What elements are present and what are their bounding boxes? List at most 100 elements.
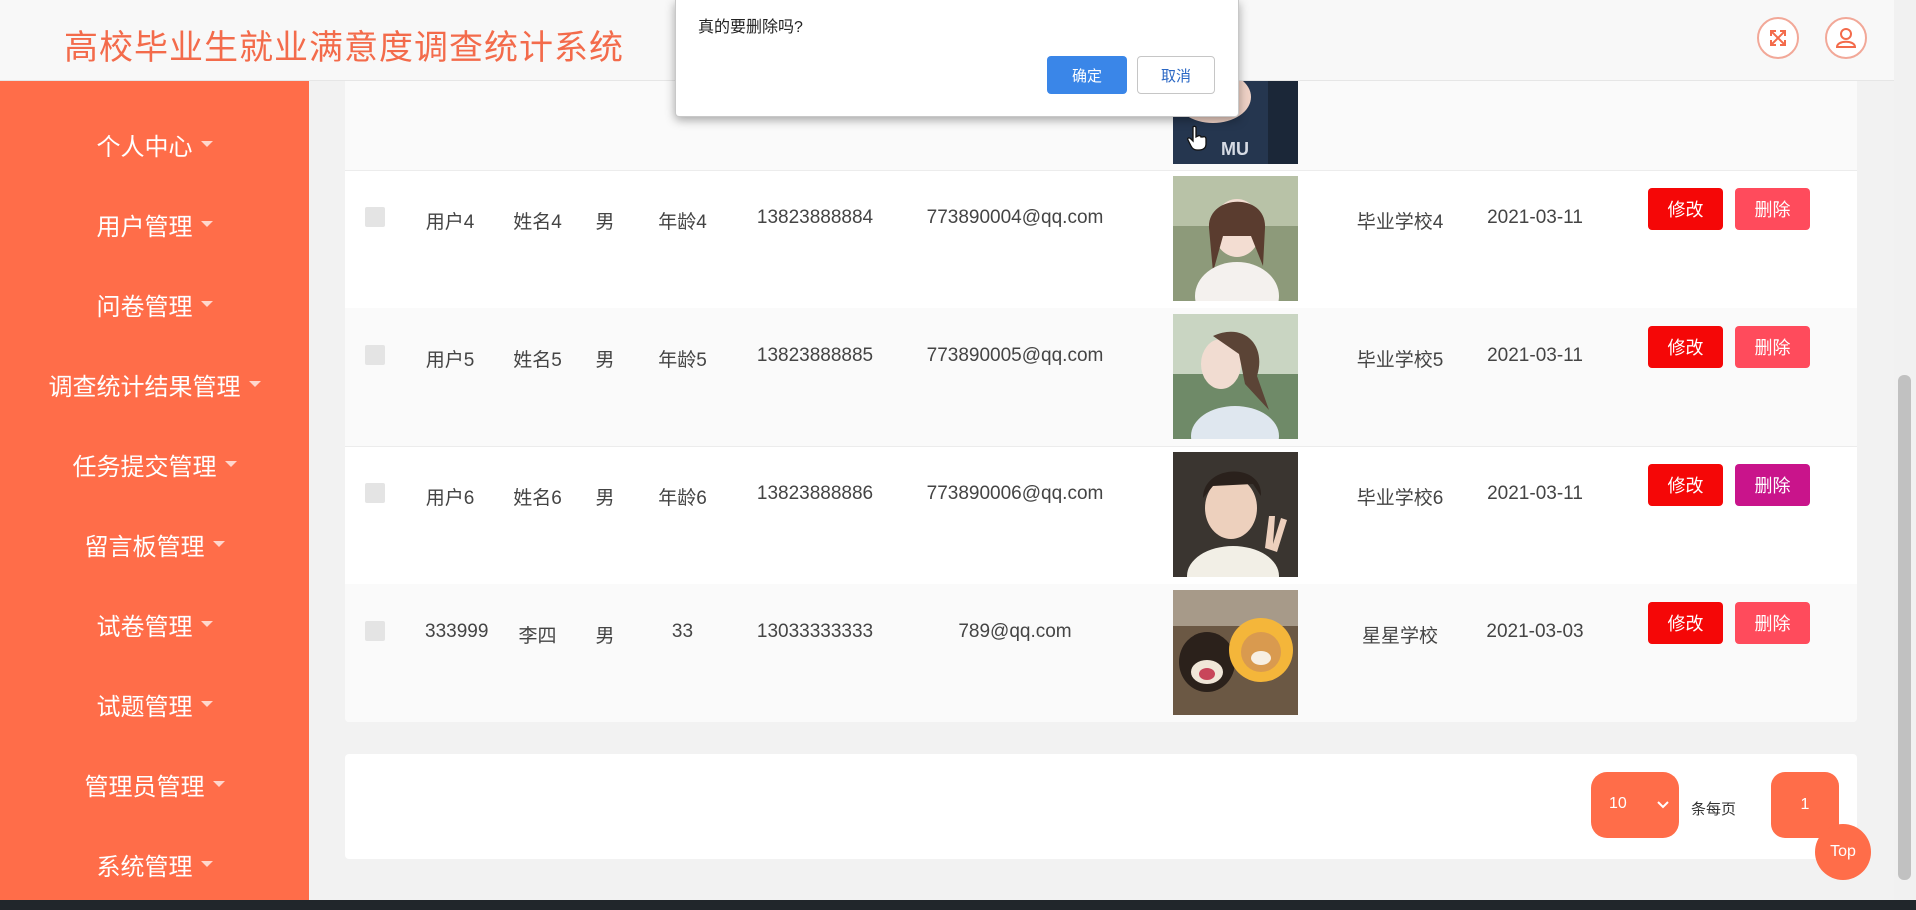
hand-cursor-icon [1187, 125, 1207, 151]
row-checkbox[interactable] [365, 345, 385, 365]
caret-down-icon [200, 141, 213, 147]
cell-phone: 13823888885 [756, 345, 874, 366]
cell-age: 年龄5 [658, 350, 707, 371]
cell-account: 用户6 [425, 488, 475, 509]
cell-school: 毕业学校4 [1356, 212, 1444, 233]
table-row: 333999 李四 男 33 13033333333 789@qq.com 星星… [345, 584, 1857, 722]
caret-down-icon [212, 541, 225, 547]
delete-button[interactable]: 删除 [1735, 326, 1810, 368]
delete-button[interactable]: 删除 [1735, 188, 1810, 230]
caret-down-icon [212, 781, 225, 787]
sidebar-item-exam-paper[interactable]: 试卷管理 [0, 584, 309, 664]
fullscreen-button[interactable] [1757, 17, 1799, 59]
sidebar-menu: 个人中心 用户管理 问卷管理 调查统计结果管理 任务提交管理 留言板管理 试卷管… [0, 80, 309, 900]
user-avatar-button[interactable] [1825, 17, 1867, 59]
row-photo [1173, 590, 1298, 715]
cell-school: 毕业学校6 [1356, 488, 1444, 509]
table-row: 用户6 姓名6 男 年龄6 13823888886 773890006@qq.c… [345, 446, 1857, 585]
app-title: 高校毕业生就业满意度调查统计系统 [64, 29, 624, 67]
user-table: MU 用户4 姓名4 男 年龄4 13823888884 773890004@q… [345, 50, 1857, 722]
row-checkbox[interactable] [365, 621, 385, 641]
delete-button[interactable]: 删除 [1735, 464, 1810, 506]
cell-age: 年龄4 [658, 212, 707, 233]
cell-gender: 男 [595, 626, 615, 647]
back-to-top-button[interactable]: Top [1815, 824, 1871, 880]
sidebar-item-questionnaire-management[interactable]: 问卷管理 [0, 264, 309, 344]
cell-school: 毕业学校5 [1356, 350, 1444, 371]
cell-date: 2021-03-03 [1486, 621, 1584, 642]
cell-age: 33 [671, 621, 694, 642]
edit-button[interactable]: 修改 [1648, 464, 1723, 506]
cell-name: 姓名6 [513, 488, 562, 509]
cell-name: 李四 [518, 626, 557, 647]
cell-account: 用户5 [425, 350, 475, 371]
cell-phone: 13033333333 [756, 621, 874, 642]
scrollbar-thumb[interactable] [1898, 375, 1911, 880]
cell-email: 773890006@qq.com [926, 483, 1104, 504]
sidebar-item-task-submission[interactable]: 任务提交管理 [0, 424, 309, 504]
sidebar-item-question-management[interactable]: 试题管理 [0, 664, 309, 744]
os-taskbar [0, 900, 1916, 910]
sidebar-item-label: 问卷管理 [96, 293, 193, 321]
cell-email: 773890005@qq.com [926, 345, 1104, 366]
caret-down-icon [200, 701, 213, 707]
cell-school: 星星学校 [1361, 626, 1438, 647]
edit-button[interactable]: 修改 [1648, 326, 1723, 368]
edit-button[interactable]: 修改 [1648, 602, 1723, 644]
table-row: 用户4 姓名4 男 年龄4 13823888884 773890004@qq.c… [345, 170, 1857, 309]
caret-down-icon [224, 461, 237, 467]
sidebar-item-label: 个人中心 [96, 133, 193, 161]
table-row: 用户5 姓名5 男 年龄5 13823888885 773890005@qq.c… [345, 308, 1857, 447]
delete-button[interactable]: 删除 [1735, 602, 1810, 644]
fullscreen-icon [1770, 30, 1786, 46]
dialog-message: 真的要删除吗? [698, 19, 803, 36]
sidebar-item-label: 试卷管理 [96, 613, 193, 641]
row-photo [1173, 452, 1298, 577]
pagination-bar: 10 条每页 1 [345, 754, 1857, 859]
sidebar-item-label: 用户管理 [96, 213, 193, 241]
cell-date: 2021-03-11 [1487, 345, 1583, 366]
cell-gender: 男 [595, 212, 615, 233]
cell-email: 789@qq.com [958, 621, 1072, 642]
page-size-select[interactable]: 10 [1591, 772, 1679, 838]
sidebar-item-survey-results[interactable]: 调查统计结果管理 [0, 344, 309, 424]
caret-down-icon [248, 381, 261, 387]
sidebar-item-personal-center[interactable]: 个人中心 [0, 104, 309, 184]
caret-down-icon [200, 621, 213, 627]
page-scrollbar[interactable] [1894, 0, 1916, 900]
cell-phone: 13823888886 [756, 483, 874, 504]
sidebar-item-admin-management[interactable]: 管理员管理 [0, 744, 309, 824]
cell-name: 姓名5 [513, 350, 562, 371]
row-photo [1173, 314, 1298, 439]
user-icon [1835, 28, 1857, 48]
chevron-down-icon [1657, 801, 1669, 809]
svg-text:MU: MU [1221, 139, 1249, 159]
cell-name: 姓名4 [513, 212, 562, 233]
row-checkbox[interactable] [365, 207, 385, 227]
caret-down-icon [200, 861, 213, 867]
cell-gender: 男 [595, 488, 615, 509]
page-size-value: 10 [1609, 795, 1627, 812]
cell-age: 年龄6 [658, 488, 707, 509]
sidebar-item-user-management[interactable]: 用户管理 [0, 184, 309, 264]
confirm-dialog: 真的要删除吗? 确定 取消 [675, 0, 1239, 117]
sidebar-item-label: 任务提交管理 [72, 453, 217, 481]
row-checkbox[interactable] [365, 483, 385, 503]
cell-phone: 13823888884 [756, 207, 874, 228]
cell-date: 2021-03-11 [1487, 483, 1583, 504]
sidebar-item-label: 系统管理 [96, 853, 193, 881]
cell-account: 333999 [425, 621, 489, 642]
cell-date: 2021-03-11 [1487, 207, 1583, 228]
sidebar-item-system-management[interactable]: 系统管理 [0, 824, 309, 904]
cell-email: 773890004@qq.com [926, 207, 1104, 228]
dialog-cancel-button[interactable]: 取消 [1137, 56, 1215, 94]
sidebar-item-label: 留言板管理 [84, 533, 205, 561]
sidebar-item-label: 调查统计结果管理 [48, 373, 241, 401]
caret-down-icon [200, 221, 213, 227]
row-photo [1173, 176, 1298, 301]
dialog-ok-button[interactable]: 确定 [1047, 56, 1127, 94]
edit-button[interactable]: 修改 [1648, 188, 1723, 230]
sidebar-item-label: 管理员管理 [84, 773, 205, 801]
sidebar-item-message-board[interactable]: 留言板管理 [0, 504, 309, 584]
per-page-label: 条每页 [1691, 801, 1737, 818]
